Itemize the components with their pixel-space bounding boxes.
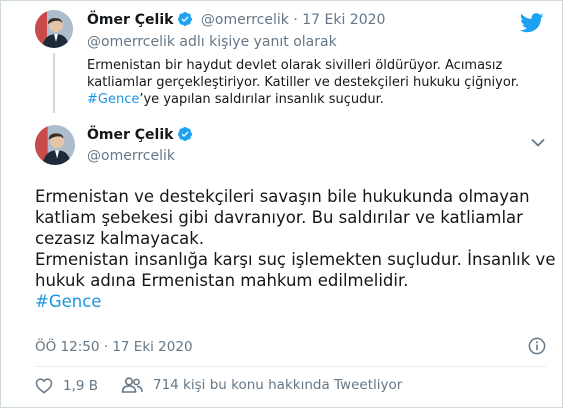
like-count: 1,9 B bbox=[63, 377, 99, 394]
parent-avatar[interactable] bbox=[35, 10, 73, 48]
main-tweet-text: Ermenistan ve destekçileri savaşın bile … bbox=[35, 186, 556, 312]
main-hashtag-link[interactable]: #Gence bbox=[35, 291, 550, 312]
parent-text-tail: ’ye yapılan saldırılar insanlık suçudur. bbox=[139, 92, 384, 107]
main-avatar[interactable] bbox=[35, 125, 75, 165]
parent-hashtag-link[interactable]: #Gence bbox=[87, 92, 139, 107]
main-text-line: cezasız kalmayacak. bbox=[35, 229, 205, 248]
people-talking-label: 714 kişi bu konu hakkında Tweetliyor bbox=[153, 377, 403, 393]
main-author-row: Ömer Çelik bbox=[87, 126, 193, 147]
parent-handle[interactable]: @omerrcelik bbox=[201, 12, 289, 28]
actions-divider bbox=[35, 366, 546, 367]
parent-date[interactable]: 17 Eki 2020 bbox=[302, 12, 385, 28]
parent-text-line: #Gence’ye yapılan saldırılar insanlık su… bbox=[87, 91, 537, 108]
conversation-people-button[interactable]: 714 kişi bu konu hakkında Tweetliyor bbox=[121, 377, 402, 393]
main-text-line: hukuk adına Ermenistan mahkum edilmelidi… bbox=[35, 271, 409, 290]
chevron-down-icon[interactable] bbox=[531, 132, 545, 151]
parent-header: Ömer Çelik @omerrcelik · 17 Eki 2020 bbox=[87, 11, 385, 32]
like-button[interactable]: 1,9 B bbox=[35, 377, 98, 394]
main-text-line: katliam şebekesi gibi davranıyor. Bu sal… bbox=[35, 208, 523, 227]
heart-icon bbox=[35, 378, 53, 394]
verified-badge-icon bbox=[177, 126, 193, 147]
verified-badge-icon bbox=[177, 11, 193, 32]
info-icon[interactable] bbox=[528, 337, 546, 359]
people-icon bbox=[121, 377, 143, 393]
thread-connector-line bbox=[53, 53, 55, 113]
tweet-embed-card: Ömer Çelik @omerrcelik · 17 Eki 2020 @om… bbox=[0, 0, 563, 408]
main-author-name[interactable]: Ömer Çelik bbox=[87, 127, 173, 143]
parent-separator: · bbox=[293, 12, 298, 28]
main-timestamp[interactable]: ÖÖ 12:50 · 17 Eki 2020 bbox=[35, 338, 193, 356]
parent-tweet-text: Ermenistan bir haydut devlet olarak sivi… bbox=[87, 57, 537, 108]
parent-text-line: katliamlar gerçekleştiriyor. Katiller ve… bbox=[87, 75, 520, 90]
main-text-line: Ermenistan insanlığa karşı suç işlemekte… bbox=[35, 250, 556, 269]
main-handle[interactable]: @omerrcelik bbox=[87, 147, 175, 165]
main-text-line: Ermenistan ve destekçileri savaşın bile … bbox=[35, 187, 530, 206]
reply-to-label[interactable]: @omerrcelik adlı kişiye yanıt olarak bbox=[87, 33, 337, 51]
twitter-bird-icon[interactable] bbox=[519, 13, 544, 37]
parent-text-line: Ermenistan bir haydut devlet olarak sivi… bbox=[87, 58, 503, 73]
parent-author-name[interactable]: Ömer Çelik bbox=[87, 12, 173, 28]
